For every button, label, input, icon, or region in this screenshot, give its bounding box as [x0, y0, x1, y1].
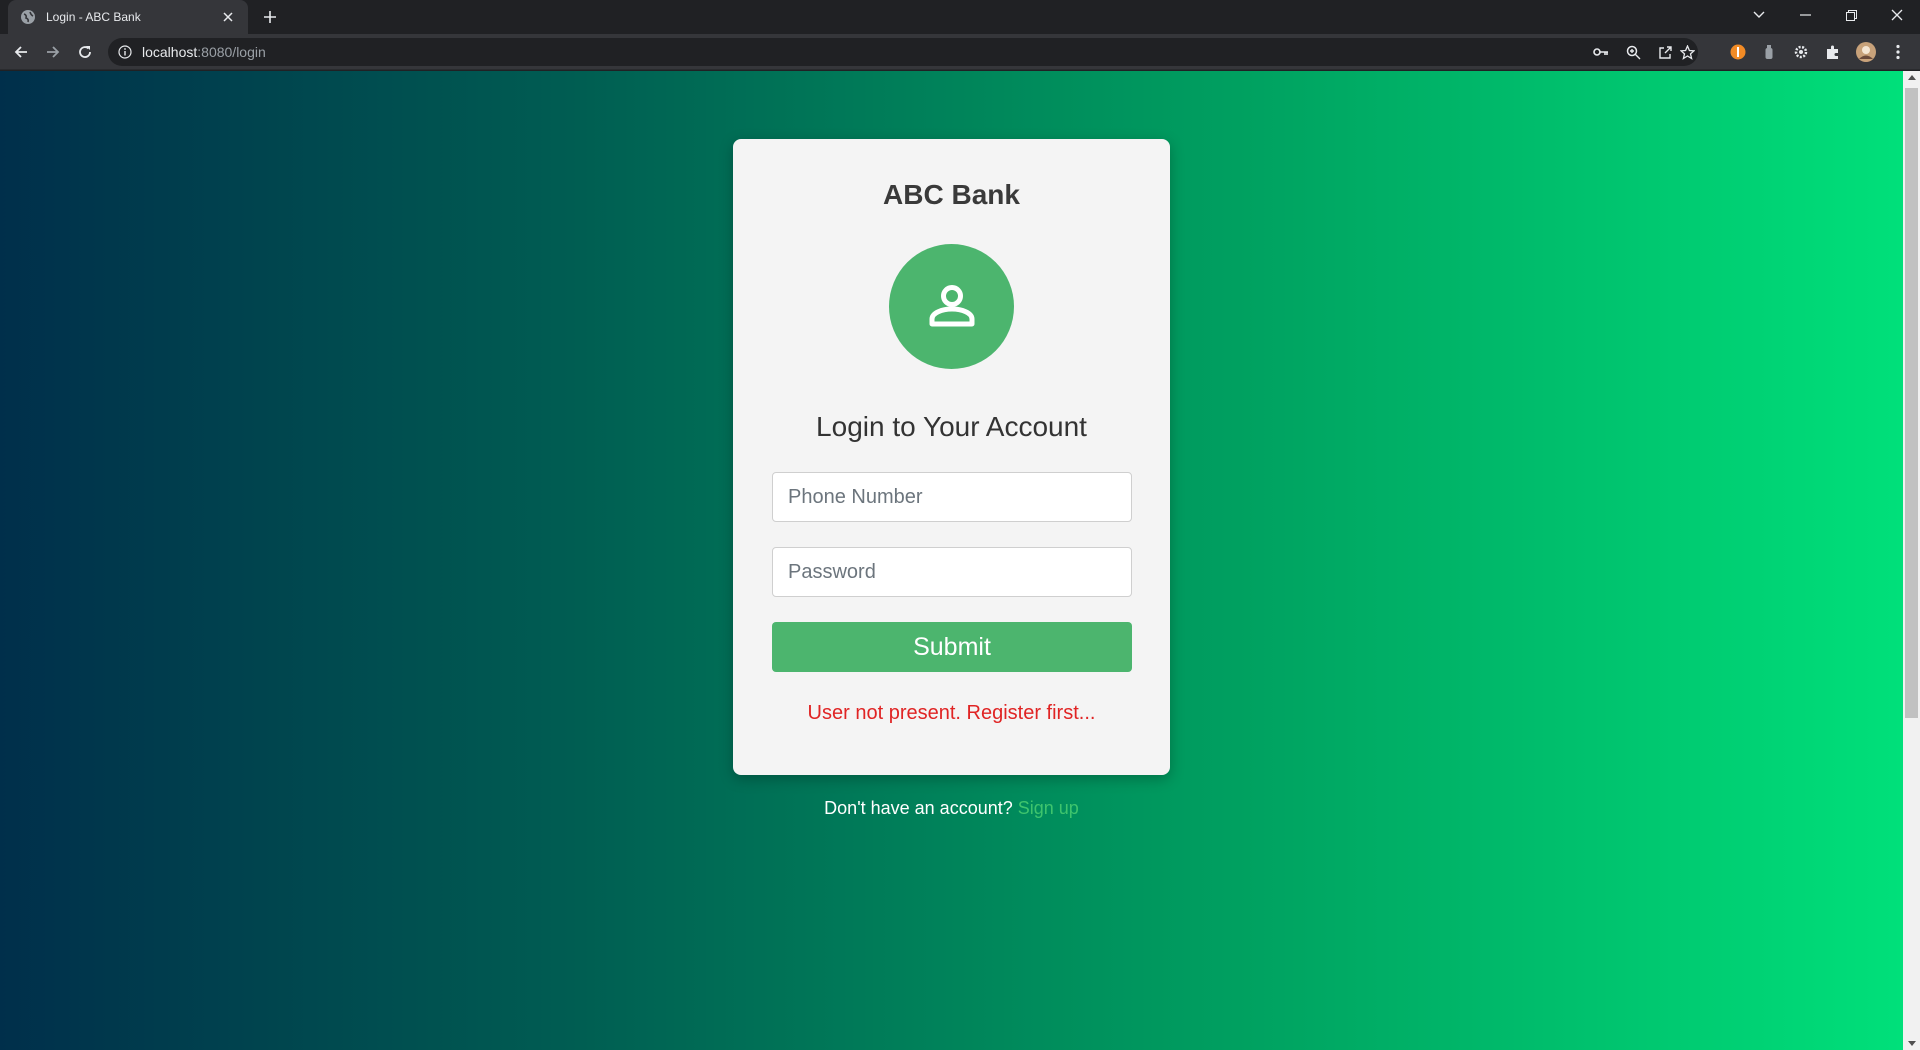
login-page: ABC Bank Login to Your Account Submit Us…: [0, 71, 1903, 1050]
close-tab-icon[interactable]: [218, 7, 238, 27]
password-input[interactable]: [772, 547, 1132, 597]
profile-icon[interactable]: [1856, 42, 1876, 62]
extensions-icon[interactable]: [1823, 42, 1843, 62]
url-text: localhost:8080/login: [142, 45, 266, 59]
login-card: ABC Bank Login to Your Account Submit Us…: [733, 139, 1170, 775]
restore-icon[interactable]: [1828, 0, 1874, 30]
scroll-thumb[interactable]: [1905, 88, 1918, 718]
share-icon[interactable]: [1656, 43, 1674, 61]
star-icon[interactable]: [1678, 43, 1696, 61]
new-tab-button[interactable]: [258, 5, 282, 29]
key-icon[interactable]: [1592, 43, 1610, 61]
tab-title: Login - ABC Bank: [46, 10, 141, 24]
phone-number-input[interactable]: [772, 472, 1132, 522]
submit-button[interactable]: Submit: [772, 622, 1132, 672]
globe-icon: [21, 10, 35, 24]
address-bar[interactable]: localhost:8080/login: [108, 38, 1698, 66]
page-viewport: ABC Bank Login to Your Account Submit Us…: [0, 71, 1920, 1050]
zoom-icon[interactable]: [1624, 43, 1642, 61]
signup-prompt: Don't have an account? Sign up: [733, 798, 1170, 819]
signup-link[interactable]: Sign up: [1018, 798, 1079, 818]
reload-icon[interactable]: [71, 38, 99, 66]
url-host: localhost: [142, 44, 198, 60]
scroll-down-arrow[interactable]: [1908, 1041, 1916, 1046]
minimize-icon[interactable]: [1782, 0, 1828, 30]
tab-strip: Login - ABC Bank: [0, 0, 1920, 34]
login-heading: Login to Your Account: [816, 411, 1087, 442]
error-message: User not present. Register first...: [807, 702, 1096, 724]
gear-extension-icon[interactable]: [1791, 42, 1811, 62]
bottle-extension-icon[interactable]: [1759, 42, 1779, 62]
back-icon[interactable]: [7, 38, 35, 66]
tab-search-icon[interactable]: [1736, 0, 1782, 30]
bank-title: ABC Bank: [883, 179, 1020, 210]
shield-extension-icon[interactable]: [1728, 42, 1748, 62]
user-icon: [929, 284, 974, 326]
info-icon[interactable]: [118, 45, 132, 59]
browser-tab[interactable]: Login - ABC Bank: [8, 0, 248, 34]
vertical-scrollbar[interactable]: [1903, 71, 1920, 1050]
forward-icon[interactable]: [39, 38, 67, 66]
avatar: [889, 244, 1014, 369]
signup-prompt-text: Don't have an account?: [824, 798, 1013, 818]
menu-icon[interactable]: [1888, 42, 1908, 62]
scroll-up-arrow[interactable]: [1908, 75, 1916, 80]
url-path: :8080/login: [197, 44, 266, 60]
browser-toolbar: localhost:8080/login: [0, 34, 1920, 70]
close-window-icon[interactable]: [1874, 0, 1920, 30]
